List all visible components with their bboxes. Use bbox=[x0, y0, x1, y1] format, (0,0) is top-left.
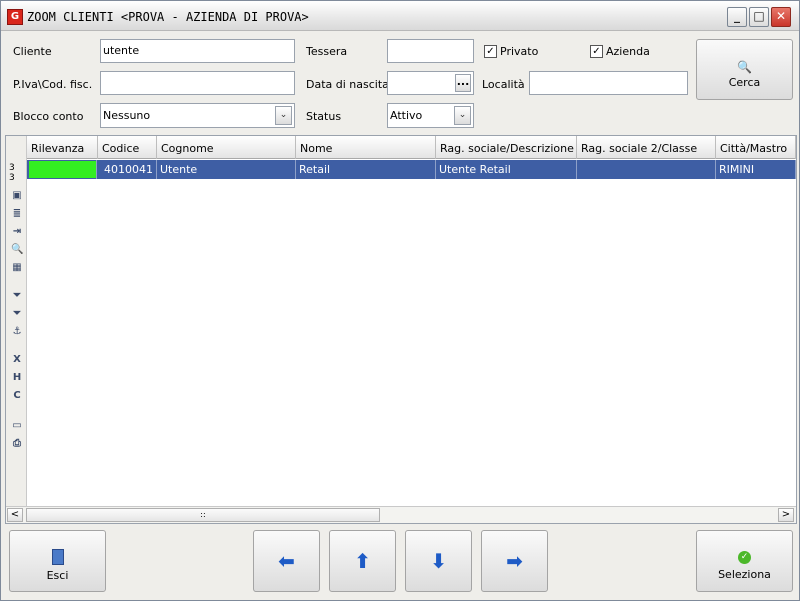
column-header-rilevanza[interactable]: Rilevanza bbox=[27, 136, 98, 159]
arrow-left-icon: ⬅ bbox=[278, 549, 295, 573]
cell-rag-sociale-2 bbox=[577, 160, 716, 179]
print-icon[interactable]: ⎙ bbox=[11, 438, 23, 450]
azienda-label: Azienda bbox=[606, 45, 650, 58]
grid-toolbar: 3 3 ▣ ≣ ⇥ 🔍 ▦ ⏷ ⏷ ⚓ X H C ▭ ⎙ bbox=[6, 136, 27, 507]
minimize-button[interactable]: _ bbox=[727, 7, 747, 27]
nav-down-button[interactable]: ⬇ bbox=[405, 530, 472, 592]
magnifier-icon: 🔍 bbox=[737, 60, 752, 74]
bottom-bar: Esci ⬅ ⬆ ⬇ ➡ ✓ Seleziona bbox=[1, 526, 799, 600]
privato-label: Privato bbox=[500, 45, 539, 58]
seleziona-button[interactable]: ✓ Seleziona bbox=[696, 530, 793, 592]
column-header-citta[interactable]: Città/Mastro bbox=[716, 136, 796, 159]
nav-up-button[interactable]: ⬆ bbox=[329, 530, 396, 592]
tessera-label: Tessera bbox=[306, 45, 348, 58]
anchor-icon[interactable]: ⚓ bbox=[11, 326, 23, 338]
row-count: 3 3 bbox=[9, 163, 15, 183]
column-header-rag-sociale[interactable]: Rag. sociale/Descrizione bbox=[436, 136, 577, 159]
filter-icon[interactable]: ⏷ bbox=[11, 290, 23, 302]
find-icon[interactable]: 🔍 bbox=[11, 244, 23, 256]
exit-door-icon bbox=[51, 549, 64, 565]
arrow-right-icon: ➡ bbox=[506, 549, 523, 573]
title-bar[interactable]: G ZOOM CLIENTI <PROVA - AZIENDA DI PROVA… bbox=[1, 1, 799, 31]
status-select[interactable]: Attivo ⌄ bbox=[387, 103, 474, 128]
filter-clear-icon[interactable]: ⏷ bbox=[11, 308, 23, 320]
cell-cognome: Utente bbox=[157, 160, 296, 179]
maximize-button[interactable]: □ bbox=[749, 7, 769, 27]
piva-label: P.Iva\Cod. fisc. bbox=[13, 78, 93, 91]
export-html-icon[interactable]: H bbox=[11, 372, 23, 384]
arrow-up-icon: ⬆ bbox=[354, 549, 371, 573]
layout-icon[interactable]: ▦ bbox=[11, 262, 23, 274]
blocco-conto-value: Nessuno bbox=[103, 109, 151, 122]
piva-input[interactable] bbox=[100, 71, 295, 95]
date-picker-button[interactable]: ... bbox=[455, 74, 471, 92]
app-icon: G bbox=[7, 9, 23, 25]
data-nascita-label: Data di nascita bbox=[306, 78, 389, 91]
arrow-down-icon: ⬇ bbox=[430, 549, 447, 573]
cell-rag-sociale: Utente Retail bbox=[436, 160, 577, 179]
esci-label: Esci bbox=[46, 569, 69, 582]
column-header-codice[interactable]: Codice bbox=[98, 136, 157, 159]
column-header-nome[interactable]: Nome bbox=[296, 136, 436, 159]
localita-input[interactable] bbox=[529, 71, 688, 95]
group-icon[interactable]: ▣ bbox=[11, 190, 23, 202]
table-row[interactable]: 4010041 Utente Retail Utente Retail RIMI… bbox=[27, 160, 796, 179]
nav-right-button[interactable]: ➡ bbox=[481, 530, 548, 592]
status-value: Attivo bbox=[390, 109, 423, 122]
cliente-input[interactable]: utente bbox=[100, 39, 295, 63]
blocco-conto-label: Blocco conto bbox=[13, 110, 84, 123]
seleziona-label: Seleziona bbox=[718, 568, 771, 581]
import-icon[interactable]: ⇥ bbox=[11, 226, 23, 238]
privato-checkbox[interactable]: ✓ bbox=[484, 45, 497, 58]
cerca-button[interactable]: 🔍 Cerca bbox=[696, 39, 793, 100]
chevron-down-icon[interactable]: ⌄ bbox=[275, 106, 292, 125]
export-excel-icon[interactable]: X bbox=[11, 354, 23, 366]
check-circle-icon: ✓ bbox=[738, 551, 751, 564]
clients-grid: 3 3 ▣ ≣ ⇥ 🔍 ▦ ⏷ ⏷ ⚓ X H C ▭ ⎙ Rilevanza … bbox=[5, 135, 797, 524]
cliente-label: Cliente bbox=[13, 45, 52, 58]
grid-header: Rilevanza Codice Cognome Nome Rag. socia… bbox=[27, 136, 796, 159]
localita-label: Località bbox=[482, 78, 525, 91]
preview-icon[interactable]: ▭ bbox=[11, 420, 23, 432]
status-label: Status bbox=[306, 110, 342, 123]
scroll-right-button[interactable]: > bbox=[778, 508, 794, 522]
data-nascita-input[interactable]: ... bbox=[387, 71, 474, 95]
cell-citta: RIMINI bbox=[716, 160, 796, 179]
azienda-checkbox[interactable]: ✓ bbox=[590, 45, 603, 58]
cell-codice: 4010041 bbox=[98, 160, 157, 179]
column-header-cognome[interactable]: Cognome bbox=[157, 136, 296, 159]
column-header-rag-sociale-2[interactable]: Rag. sociale 2/Classe bbox=[577, 136, 716, 159]
close-button[interactable]: ✕ bbox=[771, 7, 791, 27]
zoom-clienti-window: G ZOOM CLIENTI <PROVA - AZIENDA DI PROVA… bbox=[0, 0, 800, 601]
cell-nome: Retail bbox=[296, 160, 436, 179]
tessera-input[interactable] bbox=[387, 39, 474, 63]
rilevanza-bar bbox=[29, 161, 96, 178]
chevron-down-icon[interactable]: ⌄ bbox=[454, 106, 471, 125]
export-csv-icon[interactable]: C bbox=[11, 390, 23, 402]
esci-button[interactable]: Esci bbox=[9, 530, 106, 592]
blocco-conto-select[interactable]: Nessuno ⌄ bbox=[100, 103, 295, 128]
scroll-thumb[interactable]: :: bbox=[26, 508, 380, 522]
cerca-label: Cerca bbox=[728, 76, 761, 89]
horizontal-scrollbar[interactable]: < :: > bbox=[6, 506, 796, 523]
scroll-left-button[interactable]: < bbox=[7, 508, 23, 522]
columns-icon[interactable]: ≣ bbox=[11, 208, 23, 220]
window-title: ZOOM CLIENTI <PROVA - AZIENDA DI PROVA> bbox=[27, 10, 309, 24]
nav-left-button[interactable]: ⬅ bbox=[253, 530, 320, 592]
